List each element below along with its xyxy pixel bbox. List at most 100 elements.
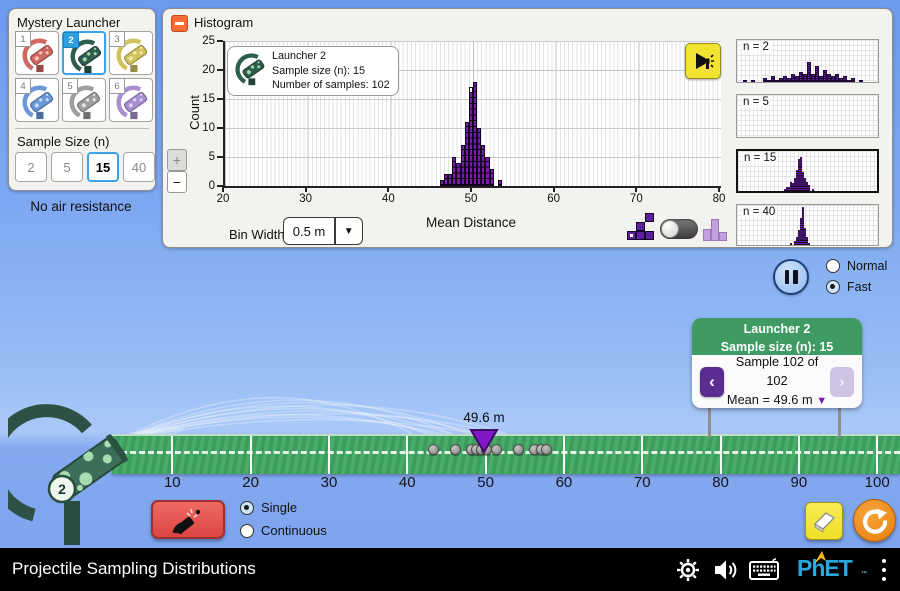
sample-info-box: Launcher 2 Sample size (n): 15 Number of… bbox=[227, 46, 399, 96]
sonification-button[interactable] bbox=[685, 43, 721, 79]
launcher-2-icon bbox=[234, 52, 268, 91]
mini-label: n = 40 bbox=[741, 206, 777, 218]
mini-histogram-n=15[interactable]: n = 15 bbox=[736, 149, 879, 193]
bars-icon-bar bbox=[711, 219, 719, 241]
sample-card: Launcher 2 Sample size (n): 15 ‹ Sample … bbox=[692, 318, 862, 408]
sample-counter: Sample 102 of 102 bbox=[724, 353, 830, 390]
toggle-knob[interactable] bbox=[661, 220, 679, 238]
y-tick-label: 25 bbox=[187, 35, 215, 47]
radio-unselected[interactable] bbox=[826, 259, 840, 273]
mode-label: Single bbox=[261, 500, 297, 515]
y-tick-label: 20 bbox=[187, 64, 215, 76]
launcher-button-2[interactable]: 2 bbox=[62, 31, 106, 75]
y-tick bbox=[217, 127, 223, 129]
mode-radio-single[interactable]: Single bbox=[240, 500, 297, 515]
x-tick-label: 60 bbox=[539, 193, 569, 205]
mini-bar bbox=[812, 189, 814, 191]
y-tick bbox=[217, 98, 223, 100]
yard-line bbox=[250, 436, 252, 474]
sample-size-button-5[interactable]: 5 bbox=[51, 152, 83, 182]
sample-size-button-2[interactable]: 2 bbox=[15, 152, 47, 182]
x-tick bbox=[718, 186, 720, 192]
menu-button[interactable] bbox=[878, 557, 890, 583]
previous-sample-button[interactable]: ‹ bbox=[700, 367, 724, 397]
block bbox=[636, 231, 645, 240]
radio-selected[interactable] bbox=[826, 280, 840, 294]
block bbox=[627, 231, 636, 240]
collapse-button[interactable] bbox=[171, 15, 188, 32]
mini-histogram-n=5[interactable]: n = 5 bbox=[736, 94, 879, 138]
mode-radio-continuous[interactable]: Continuous bbox=[240, 523, 327, 538]
yard-line bbox=[641, 436, 643, 474]
sample-size-title: Sample Size (n) bbox=[17, 134, 109, 149]
zoom-out-button[interactable]: − bbox=[167, 171, 187, 193]
launcher-number-tag: 5 bbox=[62, 78, 78, 94]
launcher-number-tag: 4 bbox=[15, 78, 31, 94]
yard-line bbox=[876, 436, 878, 474]
launcher-button-5[interactable]: 5 bbox=[62, 78, 106, 122]
radio-unselected[interactable] bbox=[240, 524, 254, 538]
phet-logo[interactable]: PhET ™ bbox=[797, 555, 867, 585]
y-tick-label: 0 bbox=[187, 180, 215, 192]
mean-marker-icon[interactable] bbox=[469, 428, 499, 454]
sample-size-button-15[interactable]: 15 bbox=[87, 152, 119, 182]
field-center-line bbox=[112, 451, 900, 454]
gear-icon bbox=[675, 557, 701, 583]
reset-all-button[interactable] bbox=[853, 499, 896, 542]
launcher-number-tag: 2 bbox=[63, 32, 79, 48]
x-tick bbox=[305, 186, 307, 192]
mean-value: Mean = 49.6 m bbox=[727, 392, 813, 407]
launcher-cannon[interactable]: 2 bbox=[8, 403, 148, 545]
keyboard-button[interactable] bbox=[749, 556, 779, 584]
pause-button[interactable] bbox=[773, 259, 809, 295]
launcher-button-6[interactable]: 6 bbox=[109, 78, 153, 122]
speed-radio-fast[interactable]: Fast bbox=[826, 280, 871, 294]
launcher-button-4[interactable]: 4 bbox=[15, 78, 59, 122]
launcher-stand bbox=[64, 501, 80, 545]
block bbox=[645, 213, 654, 222]
y-tick bbox=[217, 40, 223, 42]
launcher-number-tag: 3 bbox=[109, 31, 125, 47]
bars-view-icon bbox=[703, 211, 729, 241]
pause-icon bbox=[785, 270, 790, 284]
settings-button[interactable] bbox=[673, 556, 703, 584]
sample-size-button-40[interactable]: 40 bbox=[123, 152, 155, 182]
divider bbox=[15, 128, 149, 129]
mystery-launcher-panel: Mystery Launcher 1 2 3 4 5 bbox=[8, 8, 156, 191]
field-number: 80 bbox=[691, 474, 751, 491]
speed-radio-normal[interactable]: Normal bbox=[826, 259, 887, 273]
mini-histogram-n=40[interactable]: n = 40 bbox=[736, 204, 879, 246]
y-tick-label: 15 bbox=[187, 93, 215, 105]
eraser-button[interactable] bbox=[805, 502, 843, 540]
launch-button[interactable] bbox=[151, 500, 225, 539]
launcher-number: 2 bbox=[58, 481, 66, 497]
launcher-button-1[interactable]: 1 bbox=[15, 31, 59, 75]
trademark: ™ bbox=[861, 571, 867, 577]
x-tick bbox=[635, 186, 637, 192]
mini-histogram-n=2[interactable]: n = 2 bbox=[736, 39, 879, 83]
launch-cannon-icon bbox=[171, 506, 205, 534]
bars-icon-bar bbox=[719, 232, 727, 241]
bin-width-dropdown[interactable]: 0.5 m ▼ bbox=[283, 217, 363, 245]
zoom-in-button[interactable]: + bbox=[167, 149, 187, 171]
phet-simulation: 102030405060708090100 2 Mystery Launcher… bbox=[0, 0, 900, 591]
bottom-bar: Projectile Sampling Distributions bbox=[0, 548, 900, 591]
speed-label: Normal bbox=[847, 259, 887, 273]
mean-marker-label: 49.6 m bbox=[444, 410, 524, 425]
launcher-number-tag: 1 bbox=[15, 31, 31, 47]
radio-selected[interactable] bbox=[240, 501, 254, 515]
field-number: 90 bbox=[769, 474, 829, 491]
sound-button[interactable] bbox=[711, 556, 741, 584]
launcher-number-tag: 6 bbox=[109, 78, 125, 94]
yard-line bbox=[798, 436, 800, 474]
field-number: 40 bbox=[377, 474, 437, 491]
histogram-panel: Histogram Count 203040506070800510152025… bbox=[162, 8, 893, 248]
block-dot bbox=[630, 234, 633, 237]
field-number: 10 bbox=[142, 474, 202, 491]
view-toggle[interactable] bbox=[660, 219, 698, 239]
keyboard-icon bbox=[749, 558, 779, 582]
yard-line bbox=[720, 436, 722, 474]
projectile-ball bbox=[450, 444, 461, 455]
field bbox=[112, 434, 900, 474]
launcher-button-3[interactable]: 3 bbox=[109, 31, 153, 75]
